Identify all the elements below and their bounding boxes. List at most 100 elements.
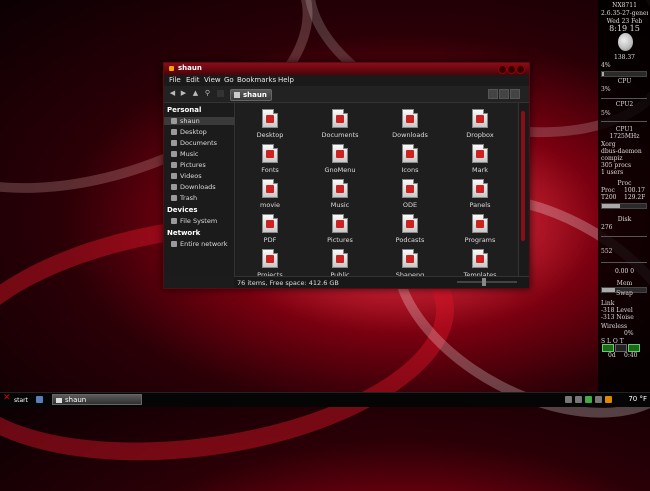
desktop-icon (171, 129, 177, 135)
moon-icon (618, 33, 633, 51)
sidebar-item-downloads[interactable]: Downloads (171, 183, 216, 191)
file-item[interactable]: Panels (450, 179, 510, 209)
folder-icon (169, 66, 174, 71)
file-label: Mark (471, 166, 489, 174)
file-item[interactable]: Programs (450, 214, 510, 244)
file-item[interactable]: Podcasts (380, 214, 440, 244)
path-toggle-icon[interactable] (217, 90, 224, 97)
folder-emblem-icon (336, 185, 344, 193)
file-item[interactable]: Public (310, 249, 370, 276)
folder-icon (472, 109, 488, 128)
tray-icon[interactable] (595, 396, 602, 403)
conky-indicator (628, 344, 640, 352)
sidebar-item-label: Downloads (180, 183, 216, 191)
menu-view[interactable]: View (204, 76, 221, 84)
conky-time: 8:19 15 (609, 24, 640, 33)
folder-emblem-icon (476, 150, 484, 158)
sidebar-item-pictures[interactable]: Pictures (171, 161, 206, 169)
sidebar-item-shaun[interactable]: shaun (164, 117, 235, 125)
close-button[interactable] (516, 65, 525, 74)
file-item[interactable]: Templates (450, 249, 510, 276)
sidebar-header-network: Network (167, 229, 201, 237)
forward-icon[interactable]: ▶ (180, 90, 187, 97)
folder-icon (472, 249, 488, 268)
file-label: movie (260, 201, 280, 209)
file-item[interactable]: GnoMenu (310, 144, 370, 174)
file-item[interactable]: ODE (380, 179, 440, 209)
conky-wireless: Wireless (601, 323, 628, 330)
conky-cpu2-label: CPU2 (615, 101, 634, 108)
file-label: Dropbox (466, 131, 494, 139)
drive-icon (171, 218, 177, 224)
vertical-scrollbar[interactable] (518, 103, 528, 276)
list-view-button[interactable] (499, 89, 509, 99)
folder-emblem-icon (266, 185, 274, 193)
home-icon (171, 118, 177, 124)
taskbar-window-shaun[interactable]: shaun (52, 394, 142, 405)
search-icon[interactable]: ⚲ (204, 90, 211, 97)
maximize-button[interactable] (507, 65, 516, 74)
menu-edit[interactable]: Edit (186, 76, 200, 84)
sidebar-item-file-system[interactable]: File System (171, 217, 217, 225)
folder-emblem-icon (406, 115, 414, 123)
weather-icon[interactable] (605, 396, 612, 403)
menu-file[interactable]: File (169, 76, 181, 84)
file-item[interactable]: Dropbox (450, 109, 510, 139)
scrollbar-thumb[interactable] (521, 111, 525, 241)
sidebar-item-entire-network[interactable]: Entire network (171, 240, 228, 248)
folder-icon (332, 179, 348, 198)
folder-icon (472, 214, 488, 233)
file-item[interactable]: Shapeng (380, 249, 440, 276)
file-label: Documents (321, 131, 359, 139)
window-titlebar[interactable]: shaun (164, 63, 529, 75)
breadcrumb-home[interactable]: shaun (230, 89, 272, 101)
up-icon[interactable]: ▲ (192, 90, 199, 97)
conky-disk2-graph (601, 254, 647, 263)
toolbar: ◀ ▶ ▲ ⚲ shaun (164, 86, 529, 103)
conky-indicator (615, 344, 627, 352)
file-item[interactable]: Fonts (240, 144, 300, 174)
folder-emblem-icon (476, 115, 484, 123)
folder-icon (262, 109, 278, 128)
file-item[interactable]: Mark (450, 144, 510, 174)
sidebar-item-music[interactable]: Music (171, 150, 199, 158)
folder-icon (402, 179, 418, 198)
sidebar-header-devices: Devices (167, 206, 198, 214)
back-icon[interactable]: ◀ (169, 90, 176, 97)
file-item[interactable]: Pictures (310, 214, 370, 244)
file-item[interactable]: PDF (240, 214, 300, 244)
menu-help[interactable]: Help (278, 76, 294, 84)
launcher-icon[interactable] (36, 396, 43, 403)
conky-net-in: 0.00 0 (614, 268, 635, 275)
file-item[interactable]: Downloads (380, 109, 440, 139)
start-button[interactable]: ✕ start (2, 393, 32, 405)
file-item[interactable]: Documents (310, 109, 370, 139)
sidebar-item-label: Entire network (180, 240, 228, 248)
compact-view-button[interactable] (510, 89, 520, 99)
sidebar-item-desktop[interactable]: Desktop (171, 128, 207, 136)
tray-icon[interactable] (565, 396, 572, 403)
sidebar-item-documents[interactable]: Documents (171, 139, 217, 147)
folder-emblem-icon (406, 220, 414, 228)
icon-view-button[interactable] (488, 89, 498, 99)
file-item[interactable]: Desktop (240, 109, 300, 139)
conky-bar (601, 203, 647, 209)
file-item[interactable]: Music (310, 179, 370, 209)
file-label: Downloads (392, 131, 428, 139)
zoom-slider-handle[interactable] (482, 278, 486, 286)
tray-icon[interactable] (575, 396, 582, 403)
conky-od-val: 0:40 (624, 352, 638, 359)
file-item[interactable]: movie (240, 179, 300, 209)
menu-bookmarks[interactable]: Bookmarks (237, 76, 276, 84)
file-item[interactable]: Icons (380, 144, 440, 174)
conky-proc-b: dbus-daemon (601, 148, 642, 155)
zoom-slider[interactable] (457, 278, 517, 286)
sidebar-item-trash[interactable]: Trash (171, 194, 197, 202)
tray-icon[interactable] (585, 396, 592, 403)
file-item[interactable]: Projects (240, 249, 300, 276)
menu-go[interactable]: Go (224, 76, 234, 84)
conky-cpu-label: CPU (617, 78, 632, 85)
sidebar-item-videos[interactable]: Videos (171, 172, 202, 180)
minimize-button[interactable] (498, 65, 507, 74)
start-logo-icon: ✕ (3, 393, 11, 403)
